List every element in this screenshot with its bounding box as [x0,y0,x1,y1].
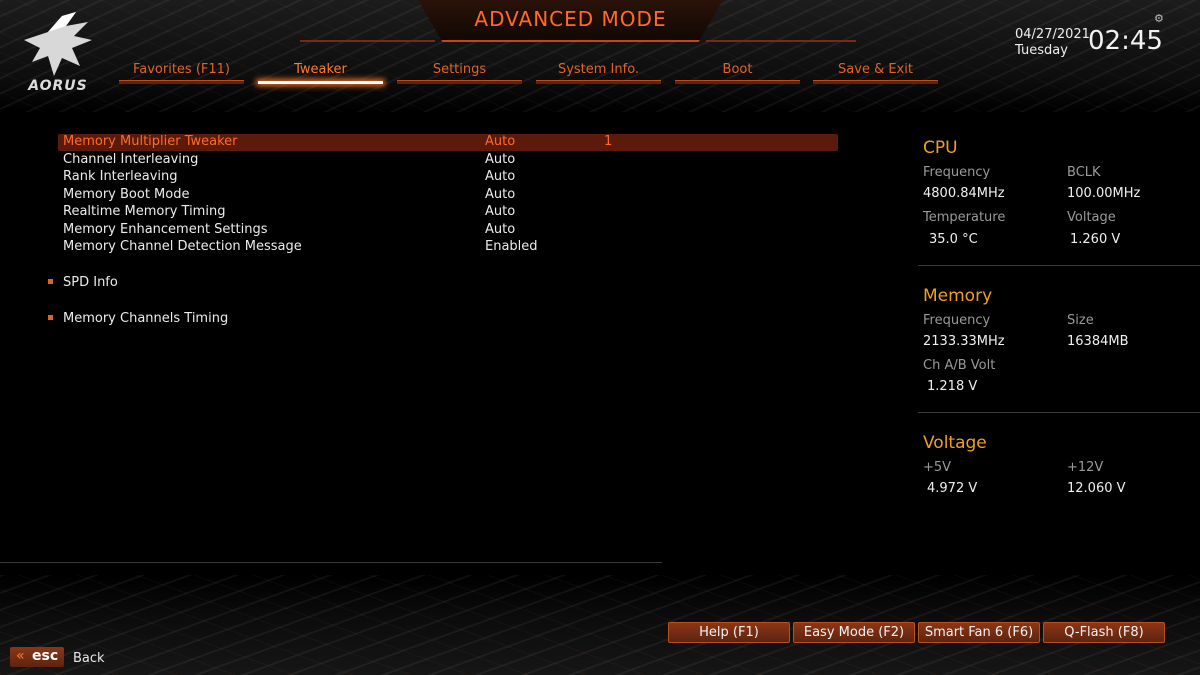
panel-divider [918,265,1200,266]
cpu-frequency-label: Frequency [923,165,991,180]
tab-tweaker[interactable]: Tweaker [258,62,383,84]
submenu-label: SPD Info [63,275,118,290]
setting-label: Memory Multiplier Tweaker [63,134,238,149]
setting-label: Memory Boot Mode [63,187,190,202]
cpu-section-title: CPU [923,138,958,158]
tab-underline [397,80,522,84]
easy-mode-button[interactable]: Easy Mode (F2) [793,622,915,643]
day-display: Tuesday [1015,43,1068,58]
memory-size-value: 16384MB [1067,334,1129,349]
bullet-icon [48,279,53,284]
setting-value: Auto [485,222,516,237]
setting-value: Auto [485,204,516,219]
tab-label: Favorites (F11) [132,62,231,77]
tab-favorites[interactable]: Favorites (F11) [119,62,244,84]
setting-value: Auto [485,152,516,167]
setting-label: Memory Channel Detection Message [63,239,302,254]
double-chevron-left-icon: « [16,648,25,664]
setting-value-secondary: 1 [604,134,613,149]
tab-underline [813,80,938,84]
memory-size-label: Size [1067,313,1094,328]
cpu-temperature-value: 35.0 °C [929,232,978,247]
tab-label: Save & Exit [838,62,913,77]
tab-settings[interactable]: Settings [397,62,522,84]
voltage-12v-label: +12V [1067,460,1104,475]
memory-chvolt-label: Ch A/B Volt [923,358,996,373]
voltage-5v-label: +5V [923,460,952,475]
setting-label: Realtime Memory Timing [63,204,226,219]
voltage-5v-value: 4.972 V [927,481,978,496]
tab-underline [675,80,800,84]
setting-row-realtime-memory-timing[interactable]: Realtime Memory Timing Auto [58,204,838,221]
tab-underline [536,80,661,84]
setting-value: Enabled [485,239,538,254]
memory-chvolt-value: 1.218 V [927,379,978,394]
setting-label: Memory Enhancement Settings [63,222,268,237]
setting-label: Rank Interleaving [63,169,178,184]
aorus-logo-text: AORUS [28,78,88,94]
submenu-spd-info[interactable]: SPD Info [48,275,118,290]
content-divider [0,562,662,563]
esc-button[interactable]: « esc [10,647,64,667]
cpu-bclk-label: BCLK [1067,165,1101,180]
voltage-section-title: Voltage [923,433,987,453]
cpu-voltage-label: Voltage [1067,210,1116,225]
back-label: Back [73,651,105,666]
tab-label: Tweaker [294,62,347,77]
tab-system-info[interactable]: System Info. [536,62,661,84]
cpu-frequency-value: 4800.84MHz [923,186,1005,201]
setting-row-memory-enhancement-settings[interactable]: Memory Enhancement Settings Auto [58,222,838,239]
tab-boot[interactable]: Boot [675,62,800,84]
panel-divider [918,412,1200,413]
setting-value: Auto [485,169,516,184]
header-accent-line-right [706,40,856,42]
memory-frequency-label: Frequency [923,313,991,328]
setting-value: Auto [485,134,516,149]
tab-label: System Info. [557,62,640,77]
help-button[interactable]: Help (F1) [668,622,790,643]
tab-underline-active [258,81,383,84]
tab-underline [119,80,244,84]
submenu-memory-channels-timing[interactable]: Memory Channels Timing [48,311,228,326]
esc-label: esc [32,648,59,664]
submenu-label: Memory Channels Timing [63,311,229,326]
setting-row-rank-interleaving[interactable]: Rank Interleaving Auto [58,169,838,186]
date-display: 04/27/2021 [1015,27,1090,42]
clock-display: 02:45 [1088,26,1163,56]
gear-icon[interactable]: ⚙ [1154,12,1164,25]
setting-row-memory-boot-mode[interactable]: Memory Boot Mode Auto [58,187,838,204]
cpu-voltage-value: 1.260 V [1070,232,1121,247]
setting-row-memory-channel-detection-message[interactable]: Memory Channel Detection Message Enabled [58,239,838,256]
memory-section-title: Memory [923,286,993,306]
setting-row-memory-multiplier-tweaker[interactable]: Memory Multiplier Tweaker Auto 1 [58,134,838,151]
smart-fan-button[interactable]: Smart Fan 6 (F6) [918,622,1040,643]
memory-frequency-value: 2133.33MHz [923,334,1005,349]
header-accent-line-left [300,40,435,42]
bullet-icon [48,315,53,320]
tab-label: Settings [432,62,487,77]
tab-label: Boot [722,62,753,77]
cpu-bclk-value: 100.00MHz [1067,186,1141,201]
page-title: ADVANCED MODE [474,7,667,31]
setting-row-channel-interleaving[interactable]: Channel Interleaving Auto [58,152,838,169]
setting-value: Auto [485,187,516,202]
cpu-temperature-label: Temperature [923,210,1006,225]
setting-label: Channel Interleaving [63,152,199,167]
voltage-12v-value: 12.060 V [1067,481,1126,496]
tab-save-exit[interactable]: Save & Exit [813,62,938,84]
q-flash-button[interactable]: Q-Flash (F8) [1043,622,1165,643]
